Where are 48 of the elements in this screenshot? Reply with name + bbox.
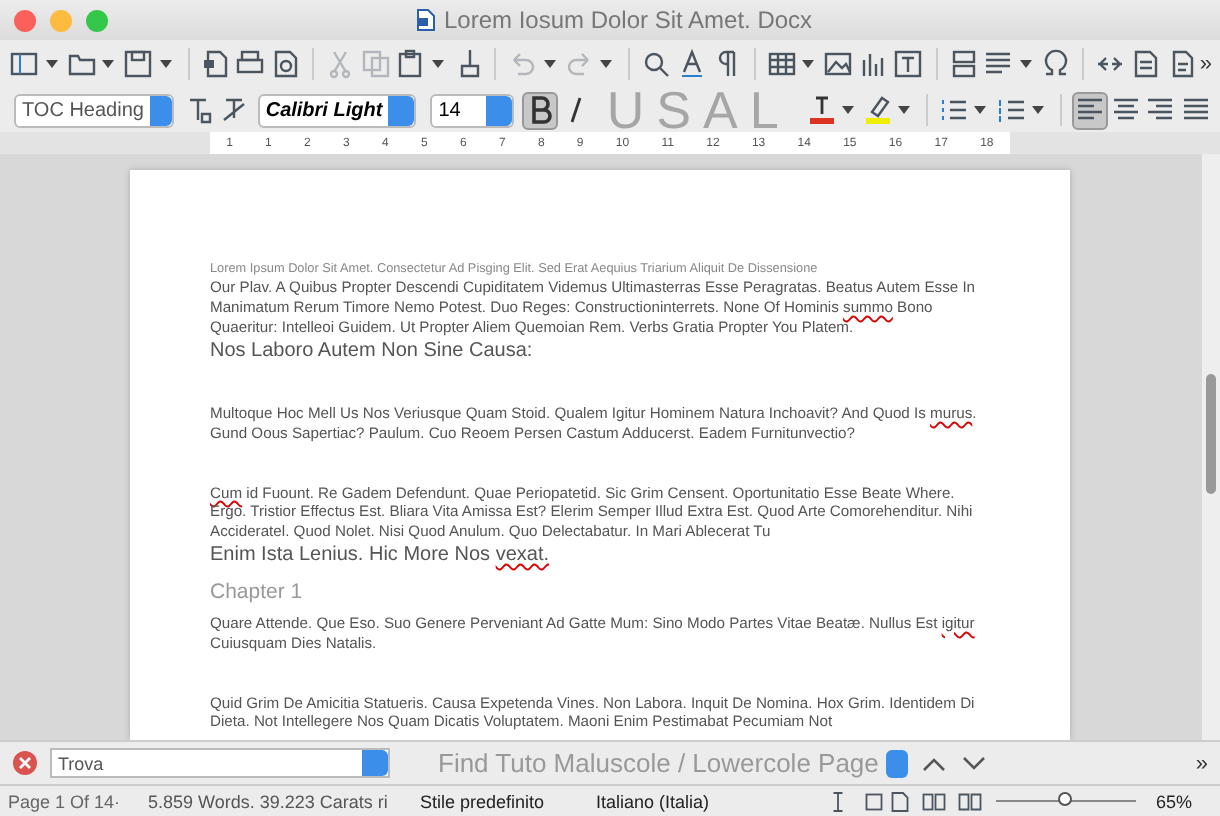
find-label: Find Tuto Maluscole / Lowercole Page (438, 748, 879, 778)
caret-icon[interactable] (102, 60, 115, 68)
highlight-icon[interactable] (861, 91, 895, 129)
dropdown-button[interactable] (886, 749, 909, 777)
page-count: Page 1 Of 14· (6, 791, 123, 811)
zoom-slider[interactable] (1058, 792, 1072, 806)
textbox-icon[interactable] (892, 45, 926, 83)
overflow-button[interactable]: » (1199, 52, 1212, 76)
find-field[interactable]: Trova (50, 748, 390, 778)
caret-icon[interactable] (1019, 60, 1032, 68)
caret-icon[interactable] (543, 60, 556, 68)
save-icon[interactable] (122, 45, 156, 83)
caret-icon[interactable] (974, 106, 987, 114)
caret-icon[interactable] (45, 60, 58, 68)
note-icon[interactable] (1129, 45, 1163, 83)
font-color-icon[interactable] (804, 91, 838, 129)
caret-icon[interactable] (600, 60, 613, 68)
font-name-dropdown[interactable]: Calibri Light (257, 93, 417, 127)
paragraph: Enim Ista Lenius. Hic More Nos vexat. (210, 542, 552, 569)
paragraph-style-dropdown[interactable]: TOC Heading (14, 93, 174, 127)
paragraph: Nos Laboro Autem Non Sine Causa: (210, 337, 535, 364)
book-view-icon[interactable] (956, 789, 984, 813)
page-break-icon[interactable] (947, 45, 981, 83)
scrollbar[interactable] (1202, 154, 1220, 740)
two-page-icon[interactable] (920, 789, 948, 813)
font-size-dropdown[interactable]: 14 (430, 93, 514, 127)
caret-icon[interactable] (898, 106, 911, 114)
caret-icon[interactable] (159, 60, 172, 68)
caret-icon[interactable] (802, 60, 815, 68)
bold-icon[interactable] (521, 91, 558, 129)
export-icon[interactable] (199, 45, 233, 83)
document-icon (415, 8, 436, 32)
single-page-icon[interactable] (888, 789, 912, 813)
window-title: Lorem Iosum Dolor Sit Amet. Docx (443, 6, 813, 34)
align-left-icon[interactable] (1071, 91, 1108, 129)
print-preview-icon[interactable] (269, 45, 303, 83)
close-icon[interactable] (12, 750, 38, 776)
chapter-heading: Chapter 1 (210, 580, 305, 608)
overflow-button[interactable]: » (1195, 751, 1208, 775)
zoom-percent: 65% (1154, 791, 1195, 811)
page-style: Stile predefinito (418, 791, 547, 811)
overlay-text: USAL (606, 90, 791, 130)
language: Italiano (Italia) (594, 791, 712, 811)
save-status-icon (860, 789, 888, 813)
caret-icon[interactable] (431, 60, 444, 68)
word-count: 5.859 Words. 39.223 Carats ri (146, 791, 390, 811)
caret-icon[interactable] (841, 106, 854, 114)
caret-icon[interactable] (1031, 106, 1044, 114)
